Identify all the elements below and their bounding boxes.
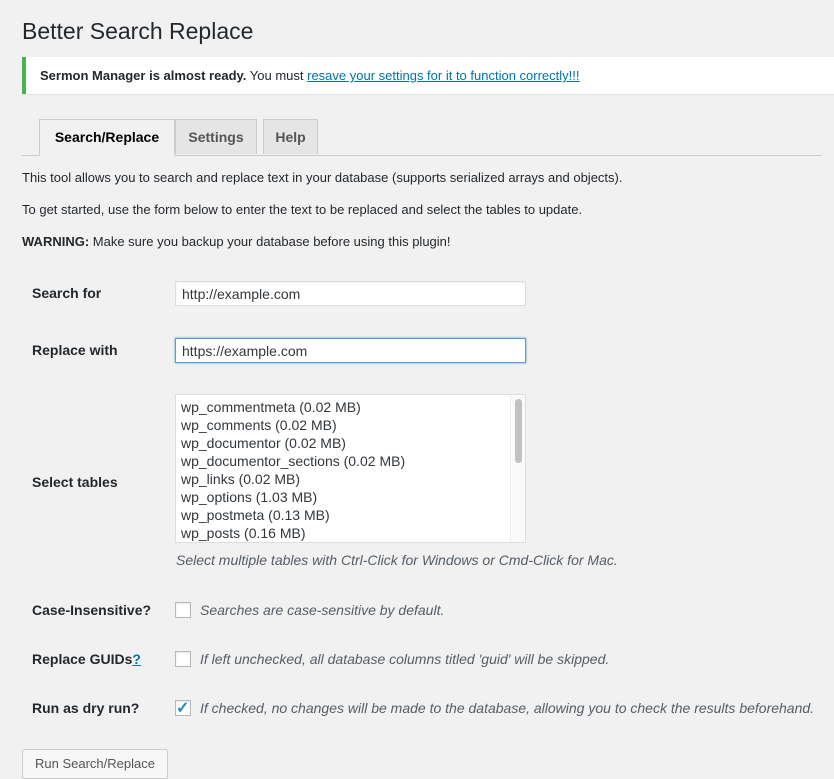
replace-guids-description: If left unchecked, all database columns … (200, 651, 610, 667)
intro-instructions: To get started, use the form below to en… (22, 202, 583, 217)
replace-guids-label: Replace GUIDs? (32, 651, 141, 667)
table-option[interactable]: wp_documentor (0.02 MB) (176, 434, 405, 452)
warning-message: WARNING: Make sure you backup your datab… (22, 234, 451, 249)
table-option[interactable]: wp_commentmeta (0.02 MB) (176, 398, 405, 416)
case-insensitive-checkbox[interactable] (175, 602, 191, 618)
tab-help[interactable]: Help (263, 119, 318, 154)
warning-label: WARNING: (22, 234, 90, 249)
replace-guids-help-link[interactable]: ? (132, 651, 141, 667)
notice-resave-link[interactable]: resave your settings for it to function … (307, 68, 579, 83)
select-tables-label: Select tables (32, 474, 118, 490)
table-option[interactable]: wp_documentor_sections (0.02 MB) (176, 452, 405, 470)
tab-settings[interactable]: Settings (175, 119, 257, 154)
dry-run-label: Run as dry run? (32, 700, 140, 716)
tab-search-replace[interactable]: Search/Replace (39, 119, 175, 156)
replace-guids-label-text: Replace GUIDs (32, 651, 133, 667)
run-search-replace-button[interactable]: Run Search/Replace (22, 749, 168, 779)
replace-with-input[interactable] (175, 338, 526, 363)
table-option[interactable]: wp_posts (0.16 MB) (176, 524, 405, 542)
dry-run-description: If checked, no changes will be made to t… (200, 700, 815, 716)
sermon-manager-notice: Sermon Manager is almost ready. You must… (22, 57, 834, 94)
replace-guids-checkbox[interactable] (175, 651, 191, 667)
tab-bar: Search/Replace Settings Help (22, 118, 822, 156)
dry-run-checkbox[interactable]: ✓ (175, 700, 191, 717)
notice-bold-text: Sermon Manager is almost ready. (40, 68, 247, 83)
table-option[interactable]: wp_postmeta (0.13 MB) (176, 506, 405, 524)
tables-scroll-thumb[interactable] (515, 399, 522, 463)
notice-text: You must (246, 68, 308, 83)
table-option[interactable]: wp_options (1.03 MB) (176, 488, 405, 506)
search-for-label: Search for (32, 285, 102, 301)
select-tables-list[interactable]: wp_commentmeta (0.02 MB) wp_comments (0.… (175, 394, 526, 543)
table-option[interactable]: wp_links (0.02 MB) (176, 470, 405, 488)
warning-text: Make sure you backup your database befor… (89, 234, 451, 249)
select-tables-hint: Select multiple tables with Ctrl-Click f… (176, 552, 618, 568)
search-for-input[interactable] (175, 281, 526, 306)
checkmark-icon: ✓ (176, 700, 190, 717)
table-option[interactable]: wp_comments (0.02 MB) (176, 416, 405, 434)
case-insensitive-label: Case-Insensitive? (32, 602, 152, 618)
case-insensitive-description: Searches are case-sensitive by default. (200, 602, 445, 618)
page-title: Better Search Replace (22, 18, 254, 44)
intro-description: This tool allows you to search and repla… (22, 170, 623, 185)
replace-with-label: Replace with (32, 342, 118, 358)
tables-scrollbar[interactable] (510, 395, 525, 542)
